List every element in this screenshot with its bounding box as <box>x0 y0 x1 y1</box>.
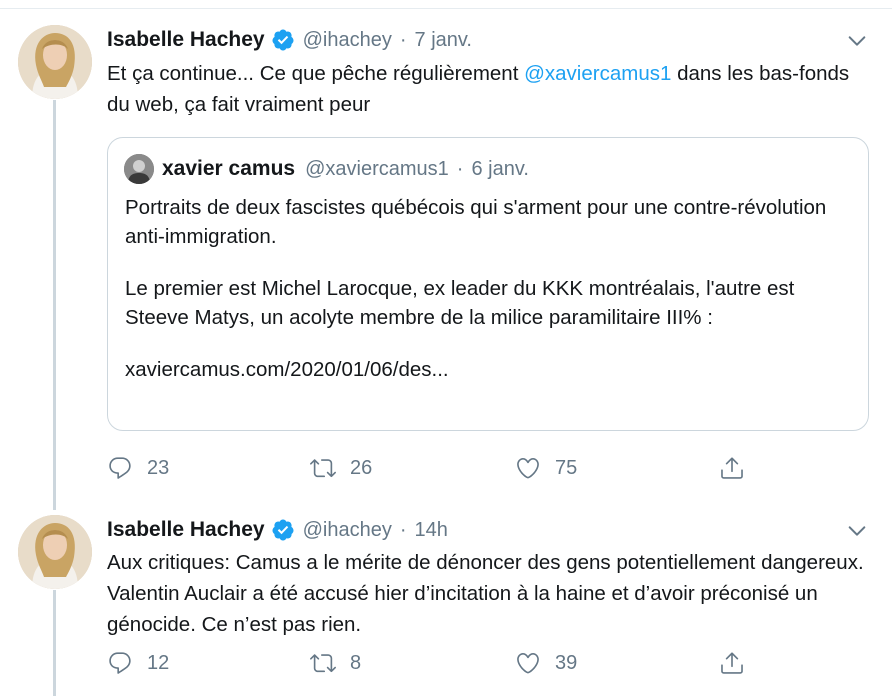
separator-dot: · <box>399 518 407 541</box>
quoted-link-text: xaviercamus.com/2020/01/06/des... <box>125 358 449 381</box>
quoted-tweet-timestamp: 6 janv. <box>471 157 529 180</box>
retweet-button[interactable]: 8 <box>310 647 361 679</box>
retweet-icon <box>310 459 336 478</box>
quoted-tweet-header: xavier camus @xaviercamus1 · 6 janv. <box>162 154 529 184</box>
retweet-icon <box>310 654 336 673</box>
retweet-count: 8 <box>350 651 362 674</box>
avatar[interactable] <box>18 25 92 99</box>
avatar[interactable] <box>18 515 92 589</box>
quoted-paragraph: Portraits de deux fascistes québécois qu… <box>125 196 827 248</box>
like-button[interactable]: 39 <box>515 647 577 679</box>
reply-button[interactable]: 12 <box>107 647 169 679</box>
quoted-author-handle: @xaviercamus1 <box>305 157 449 180</box>
mention-link[interactable]: @xaviercamus1 <box>524 62 671 85</box>
retweet-button[interactable]: 26 <box>310 452 372 484</box>
share-button[interactable] <box>719 452 745 484</box>
chevron-down-icon[interactable] <box>846 30 868 52</box>
author-name[interactable]: Isabelle Hachey <box>107 518 265 542</box>
tweet[interactable]: Isabelle Hachey @ihachey · 14h Aux criti… <box>0 505 892 696</box>
reply-count: 23 <box>147 456 170 479</box>
chevron-down-icon[interactable] <box>846 520 868 542</box>
tweet-timestamp[interactable]: 14h <box>415 519 448 542</box>
author-handle[interactable]: @ihachey <box>303 29 392 52</box>
quoted-tweet-text: Portraits de deux fascistes québécois qu… <box>125 193 855 384</box>
like-button[interactable]: 75 <box>515 452 577 484</box>
quoted-paragraph: Le premier est Michel Larocque, ex leade… <box>125 277 795 329</box>
avatar[interactable] <box>124 154 154 184</box>
like-count: 39 <box>555 651 578 674</box>
author-handle[interactable]: @ihachey <box>303 519 392 542</box>
tweet-text: Et ça continue... Ce que pêche régulière… <box>107 58 877 120</box>
tweet-actions: 23 26 75 <box>107 452 767 484</box>
tweet-actions: 12 8 39 <box>107 647 767 679</box>
separator-dot: · <box>399 28 407 51</box>
tweet[interactable]: Isabelle Hachey @ihachey · 7 janv. Et ça… <box>0 0 892 505</box>
share-icon <box>721 457 743 479</box>
tweet-header: Isabelle Hachey @ihachey · 7 janv. <box>107 25 472 55</box>
tweet-text: Aux critiques: Camus a le mérite de déno… <box>107 551 864 636</box>
like-count: 75 <box>555 456 578 479</box>
reply-icon <box>109 457 131 479</box>
tweet-text-part: Et ça continue... Ce que pêche régulière… <box>107 62 525 85</box>
reply-count: 12 <box>147 651 170 674</box>
author-name[interactable]: Isabelle Hachey <box>107 28 265 52</box>
reply-button[interactable]: 23 <box>107 452 169 484</box>
tweet-timestamp[interactable]: 7 janv. <box>415 29 472 52</box>
share-button[interactable] <box>719 647 745 679</box>
heart-icon <box>517 457 539 479</box>
reply-icon <box>109 652 131 674</box>
tweet-header: Isabelle Hachey @ihachey · 14h <box>107 515 448 545</box>
heart-icon <box>517 652 539 674</box>
quoted-author-name: xavier camus <box>162 157 296 180</box>
verified-badge-icon <box>271 28 295 52</box>
verified-badge-icon <box>271 518 295 542</box>
quoted-tweet[interactable]: xavier camus @xaviercamus1 · 6 janv. Por… <box>107 137 869 431</box>
share-icon <box>721 652 743 674</box>
separator-dot: · <box>456 157 464 180</box>
retweet-count: 26 <box>350 456 373 479</box>
